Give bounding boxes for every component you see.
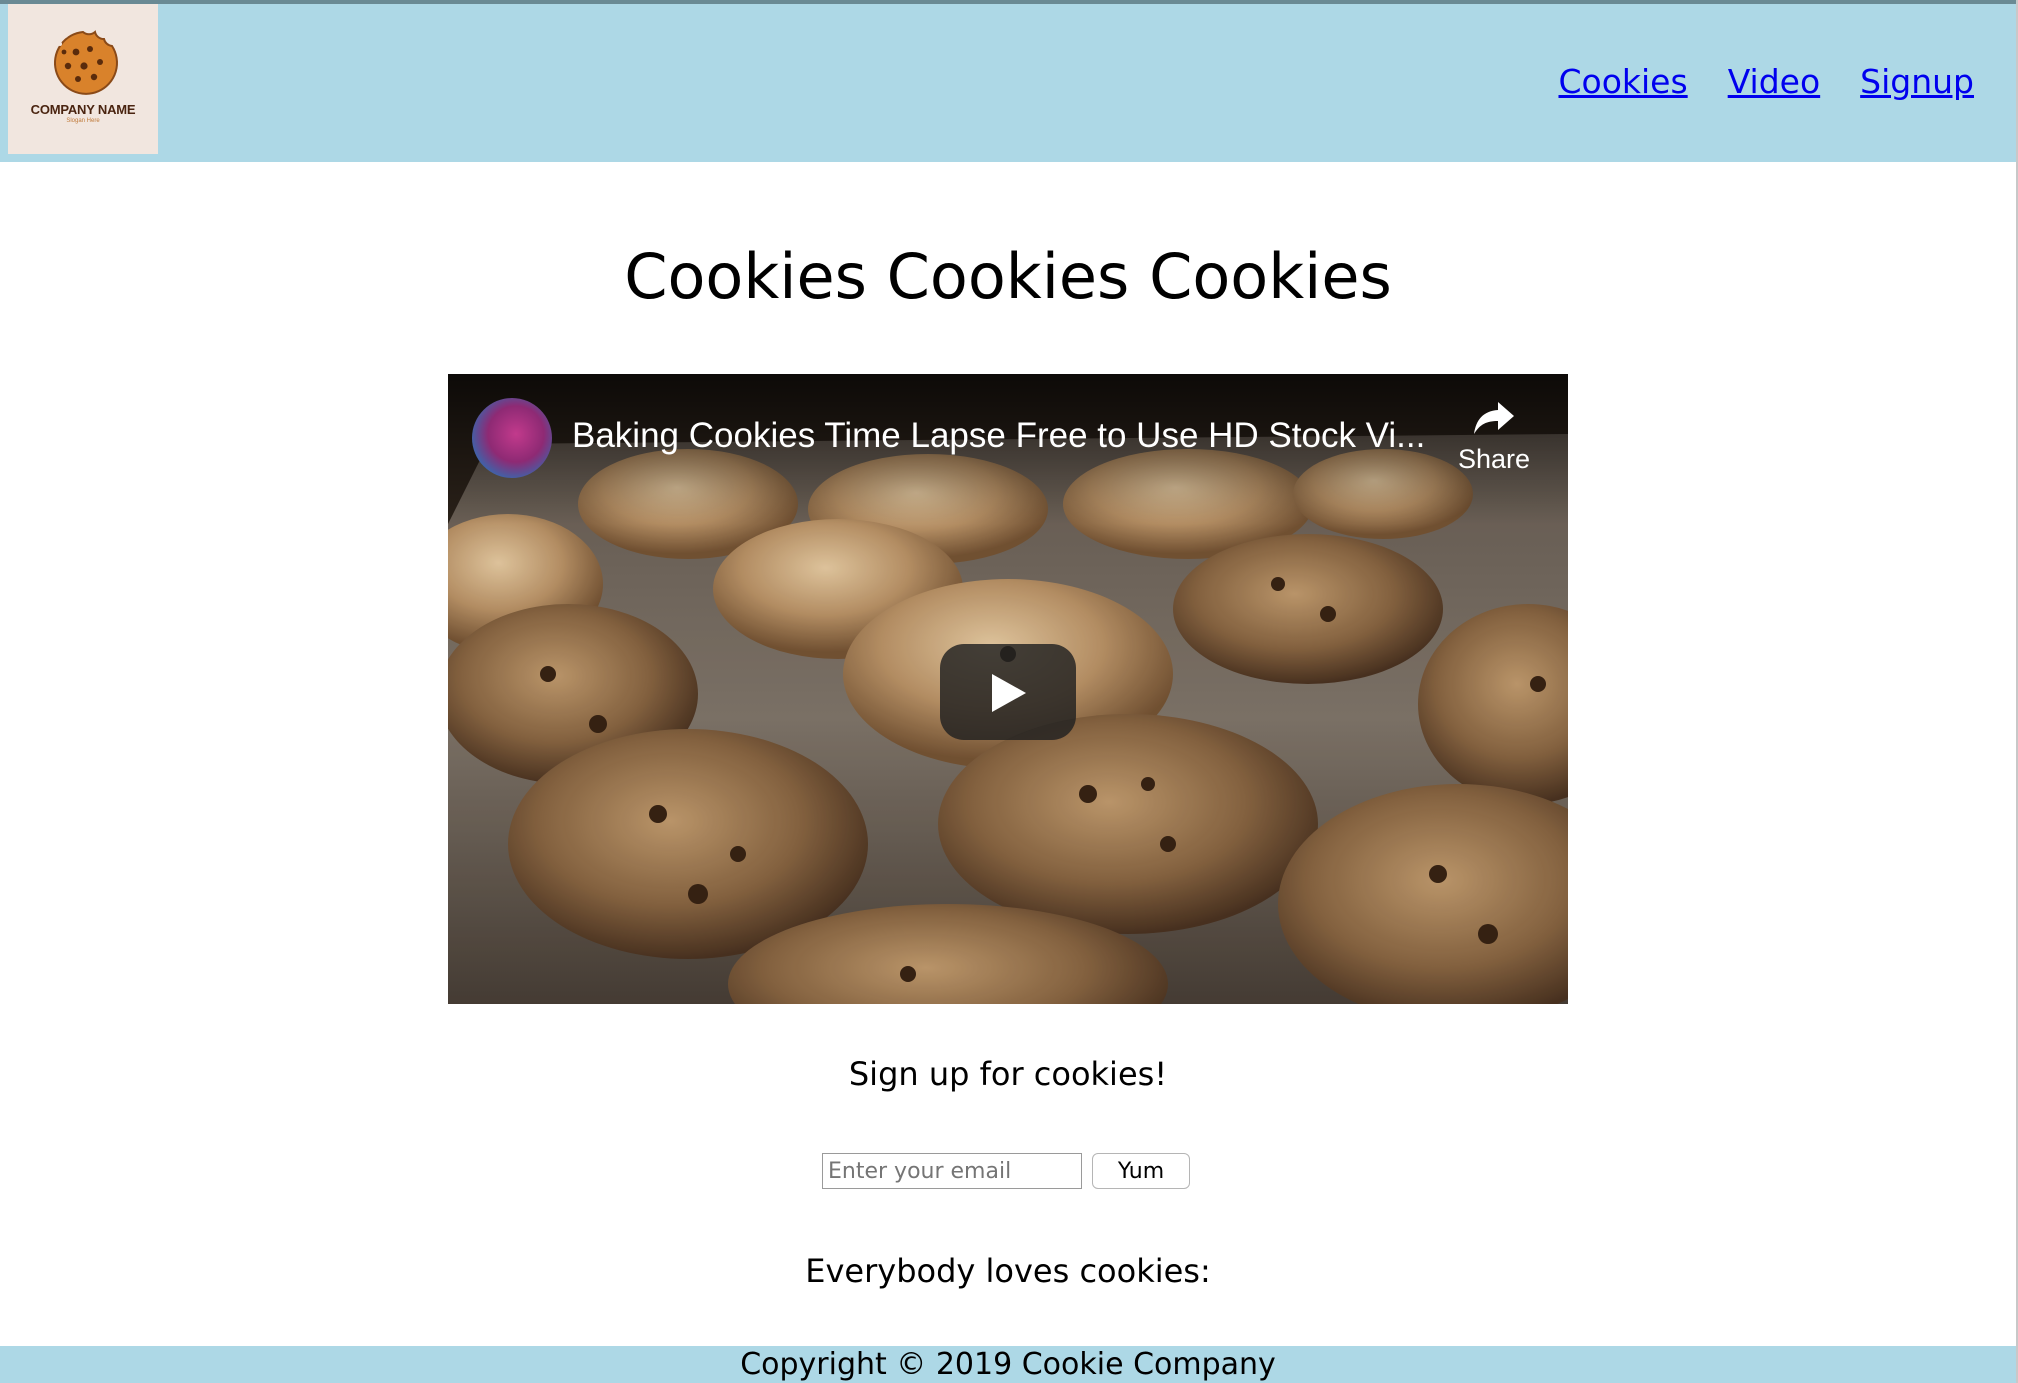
nav-link-cookies[interactable]: Cookies bbox=[1558, 62, 1687, 101]
yum-submit-button[interactable]: Yum bbox=[1092, 1153, 1190, 1189]
signup-heading: Sign up for cookies! bbox=[848, 1055, 1168, 1093]
site-header: COMPANY NAME Slogan Here Cookies Video S… bbox=[0, 0, 2016, 162]
play-icon bbox=[992, 674, 1026, 712]
logo-company-name: COMPANY NAME bbox=[30, 102, 136, 117]
company-logo[interactable]: COMPANY NAME Slogan Here bbox=[8, 4, 158, 154]
everybody-loves-text: Everybody loves cookies: bbox=[805, 1252, 1211, 1290]
main-nav: Cookies Video Signup bbox=[1558, 62, 1974, 101]
nav-link-signup[interactable]: Signup bbox=[1860, 62, 1974, 101]
channel-avatar[interactable] bbox=[472, 398, 552, 478]
site-footer: Copyright © 2019 Cookie Company bbox=[0, 1346, 2016, 1383]
share-arrow-icon bbox=[1474, 402, 1514, 434]
play-button[interactable] bbox=[940, 644, 1076, 740]
share-button[interactable]: Share bbox=[1444, 398, 1544, 475]
email-input[interactable] bbox=[822, 1153, 1082, 1189]
page-title: Cookies Cookies Cookies bbox=[624, 240, 1392, 313]
video-title[interactable]: Baking Cookies Time Lapse Free to Use HD… bbox=[572, 416, 1432, 456]
nav-link-video[interactable]: Video bbox=[1728, 62, 1820, 101]
logo-tagline: Slogan Here bbox=[66, 118, 100, 124]
signup-form: Yum bbox=[822, 1153, 1190, 1189]
cookie-icon bbox=[53, 30, 118, 95]
share-label: Share bbox=[1457, 444, 1531, 474]
copyright-text: Copyright © 2019 Cookie Company bbox=[740, 1347, 1276, 1382]
video-embed[interactable]: Baking Cookies Time Lapse Free to Use HD… bbox=[448, 374, 1568, 1004]
